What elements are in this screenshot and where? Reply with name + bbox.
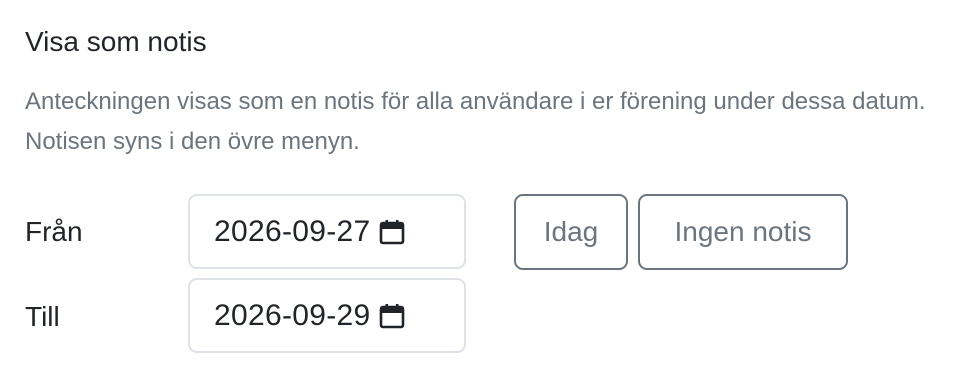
to-date-value[interactable]: 2026-09-29	[214, 299, 370, 333]
today-button[interactable]: Idag	[514, 194, 628, 270]
calendar-icon[interactable]	[378, 302, 406, 330]
from-date-value[interactable]: 2026-09-27	[214, 215, 370, 249]
section-description: Anteckningen visas som en notis för alla…	[25, 88, 926, 155]
from-date-input[interactable]: 2026-09-27	[188, 194, 466, 269]
to-date-input[interactable]: 2026-09-29	[188, 278, 466, 353]
section-title: Visa som notis	[25, 26, 207, 57]
from-label: Från	[25, 216, 83, 247]
calendar-icon[interactable]	[378, 218, 406, 246]
to-label: Till	[25, 301, 60, 332]
no-notice-button[interactable]: Ingen notis	[638, 194, 848, 270]
